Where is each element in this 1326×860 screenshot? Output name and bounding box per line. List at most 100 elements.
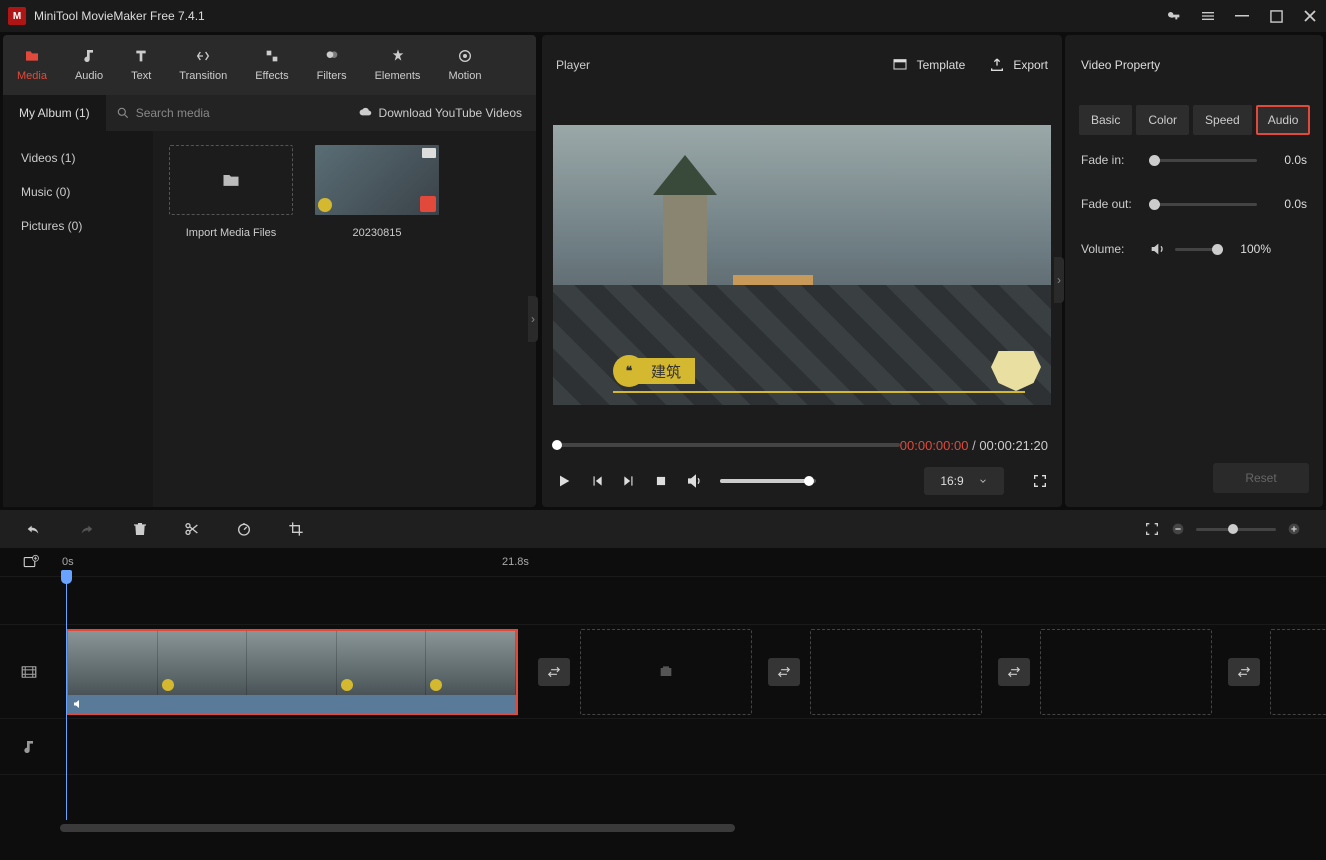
redo-button[interactable] [78,521,96,537]
titlebar: M MiniTool MovieMaker Free 7.4.1 [0,0,1326,32]
video-track-icon [0,663,58,681]
add-track-button[interactable] [22,553,40,571]
ribbon-filters-label: Filters [317,70,347,82]
empty-clip-slot-3[interactable] [1040,629,1212,715]
empty-clip-slot-1[interactable] [580,629,752,715]
transition-slot-3[interactable] [998,658,1030,686]
reset-button[interactable]: Reset [1213,463,1309,493]
timeline-toolbar [0,510,1326,548]
template-button[interactable]: Template [891,57,966,73]
template-label: Template [917,58,966,72]
media-clip-item[interactable]: 20230815 [313,145,441,239]
fit-timeline-button[interactable] [1144,521,1160,537]
scrub-bar[interactable] [552,443,900,447]
fade-in-label: Fade in: [1081,153,1139,167]
tab-audio[interactable]: Audio [1256,105,1311,135]
spacer-track [0,774,1326,822]
audio-track[interactable] [0,718,1326,774]
zoom-in-button[interactable] [1286,521,1302,537]
download-youtube-label: Download YouTube Videos [379,106,522,120]
ribbon-media[interactable]: Media [3,35,61,95]
tab-color[interactable]: Color [1136,105,1189,135]
zoom-slider[interactable] [1196,528,1276,531]
property-tabs: Basic Color Speed Audio [1065,95,1323,145]
volume-speaker-icon[interactable] [1149,241,1165,257]
upgrade-key-icon[interactable] [1166,8,1182,24]
timeline-clip[interactable] [66,629,518,715]
timeline-scrollbar[interactable] [0,822,1326,834]
fade-in-slider[interactable] [1149,159,1257,162]
media-category-pictures[interactable]: Pictures (0) [3,209,153,243]
panel-expand-handle[interactable]: › [528,296,538,342]
ribbon-media-label: Media [17,70,47,82]
clip-volume-slider[interactable] [1175,248,1221,251]
overlay-track[interactable] [0,576,1326,624]
crop-button[interactable] [288,521,304,537]
player-panel: Player Template Export ❝ 建筑 00: [542,35,1062,507]
split-button[interactable] [184,521,200,537]
mute-button[interactable] [686,473,702,489]
player-expand-handle[interactable]: › [1054,257,1064,303]
export-button[interactable]: Export [989,57,1048,73]
ribbon-motion[interactable]: Motion [434,35,495,95]
import-media-label: Import Media Files [186,227,276,239]
timeline: 0s 21.8s [0,548,1326,834]
aspect-ratio-select[interactable]: 16:9 [924,467,1004,495]
app-title: MiniTool MovieMaker Free 7.4.1 [34,9,205,23]
fullscreen-button[interactable] [1032,473,1048,489]
ribbon-elements[interactable]: Elements [361,35,435,95]
volume-slider[interactable] [720,479,816,483]
timeline-ruler[interactable]: 0s 21.8s [0,548,1326,576]
video-preview[interactable]: ❝ 建筑 [553,125,1051,405]
ribbon-transition[interactable]: Transition [165,35,241,95]
fade-out-slider[interactable] [1149,203,1257,206]
transition-slot-4[interactable] [1228,658,1260,686]
aspect-value: 16:9 [940,474,963,488]
import-media-button[interactable]: Import Media Files [167,145,295,239]
stop-button[interactable] [654,474,668,488]
minimize-button[interactable] [1234,8,1250,24]
audio-track-icon [0,739,58,755]
folder-icon [219,170,243,190]
time-display: 00:00:00:00 / 00:00:21:20 [900,438,1052,453]
zoom-out-button[interactable] [1170,521,1186,537]
ribbon-audio-label: Audio [75,70,103,82]
close-button[interactable] [1302,8,1318,24]
ruler-mark-0: 0s [62,556,74,568]
delete-button[interactable] [132,521,148,537]
album-tab[interactable]: My Album (1) [3,95,106,131]
play-button[interactable] [556,473,572,489]
caption-overlay: ❝ 建筑 [613,355,695,387]
tab-speed[interactable]: Speed [1193,105,1252,135]
tab-basic[interactable]: Basic [1079,105,1132,135]
maximize-button[interactable] [1268,8,1284,24]
prev-frame-button[interactable] [590,474,604,488]
speed-button[interactable] [236,521,252,537]
transition-slot-1[interactable] [538,658,570,686]
search-media-input[interactable]: Search media [116,106,210,120]
empty-clip-slot-4[interactable] [1270,629,1326,715]
volume-row: Volume: 100% [1081,241,1307,257]
undo-button[interactable] [24,521,42,537]
cloud-download-icon [359,106,373,120]
ribbon-audio[interactable]: Audio [61,35,117,95]
player-title: Player [556,58,590,72]
empty-clip-slot-2[interactable] [810,629,982,715]
video-track[interactable] [0,624,1326,718]
export-icon [989,57,1005,73]
playhead[interactable] [66,574,67,820]
search-placeholder: Search media [136,106,210,120]
media-category-music[interactable]: Music (0) [3,175,153,209]
ribbon-effects[interactable]: Effects [241,35,302,95]
transition-slot-2[interactable] [768,658,800,686]
app-logo-icon: M [8,7,26,25]
ribbon-text[interactable]: Text [117,35,165,95]
next-frame-button[interactable] [622,474,636,488]
ribbon-elements-label: Elements [375,70,421,82]
menu-icon[interactable] [1200,8,1216,24]
ribbon-effects-label: Effects [255,70,288,82]
ribbon-filters[interactable]: Filters [303,35,361,95]
download-youtube-link[interactable]: Download YouTube Videos [359,106,522,120]
media-category-videos[interactable]: Videos (1) [3,141,153,175]
speaker-icon [72,698,84,710]
